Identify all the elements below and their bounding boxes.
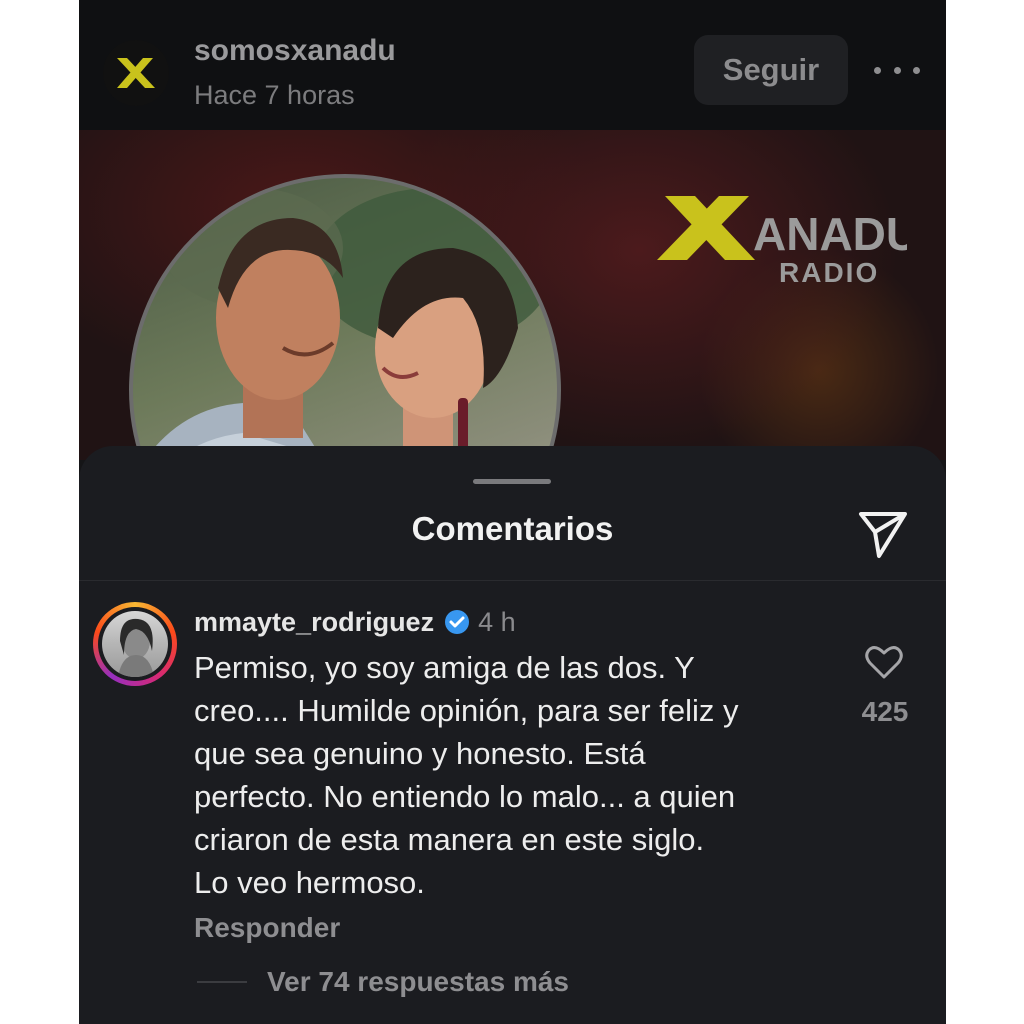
comment-line: Permiso, yo soy amiga de las dos. Y — [194, 650, 695, 685]
brand-name-text: ANADU — [753, 208, 907, 260]
profile-avatar[interactable] — [103, 40, 169, 106]
brand-sub-text: RADIO — [779, 257, 879, 288]
comment-line: criaron de esta manera en este siglo. — [194, 822, 705, 857]
reply-button[interactable]: Responder — [194, 912, 340, 944]
follow-button[interactable]: Seguir — [694, 35, 848, 105]
comments-sheet: Comentarios mmayte_rodriguez 4 h Permiso… — [79, 446, 946, 1024]
commenter-username[interactable]: mmayte_rodriguez — [194, 607, 434, 638]
comment-line: que sea genuino y honesto. Está — [194, 736, 646, 771]
comment-line: perfecto. No entiendo lo malo... a quien — [194, 779, 736, 814]
couple-photo — [129, 174, 561, 460]
post-media[interactable]: ANADU RADIO — [79, 130, 946, 460]
comment-text: Permiso, yo soy amiga de las dos. Y creo… — [194, 646, 794, 904]
view-replies-button[interactable]: Ver 74 respuestas más — [267, 966, 569, 998]
comments-title: Comentarios — [411, 510, 614, 547]
comment-time: 4 h — [478, 606, 516, 637]
verified-badge-icon — [445, 610, 470, 634]
send-icon[interactable] — [855, 506, 911, 562]
more-options-icon[interactable] — [874, 50, 920, 90]
header-divider — [79, 580, 946, 581]
xanadu-logo-icon — [117, 58, 155, 88]
sheet-grabber-handle[interactable] — [473, 479, 551, 484]
heart-icon[interactable] — [864, 644, 904, 680]
like-count: 425 — [861, 696, 909, 727]
comment-line: creo.... Humilde opinión, para ser feliz… — [194, 693, 739, 728]
post-timestamp: Hace 7 horas — [194, 80, 355, 110]
post-header: somosxanadu Hace 7 horas Seguir — [79, 0, 946, 130]
phone-screen: somosxanadu Hace 7 horas Seguir ANADU RA… — [79, 0, 946, 1024]
comment-line: Lo veo hermoso. — [194, 865, 425, 900]
comment-meta: mmayte_rodriguez 4 h — [194, 604, 516, 640]
replies-divider — [197, 981, 247, 983]
couple-illustration — [144, 188, 553, 460]
commenter-avatar[interactable] — [93, 602, 177, 686]
xanadu-radio-logo: ANADU RADIO — [657, 196, 907, 288]
post-username[interactable]: somosxanadu — [194, 34, 396, 68]
